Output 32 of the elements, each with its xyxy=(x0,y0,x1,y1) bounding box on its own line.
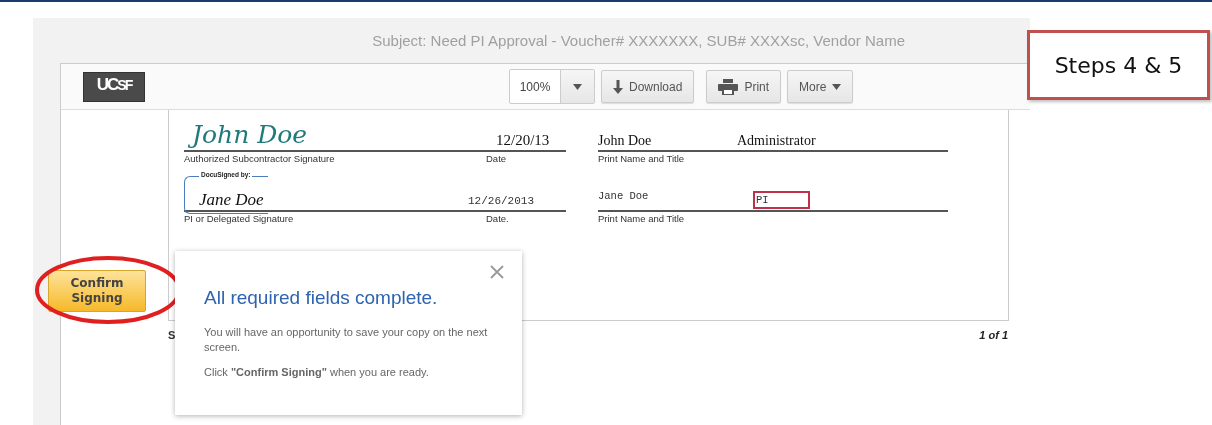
field-label: Date xyxy=(486,153,508,166)
printer-icon xyxy=(718,78,739,95)
field-label: PI or Delegated Signature xyxy=(184,213,294,226)
signed-date: 12/26/2013 xyxy=(468,195,535,209)
footer-text: S xyxy=(168,329,176,341)
field-label: Print Name and Title xyxy=(598,213,685,226)
page-indicator: 1 of 1 xyxy=(979,329,1008,341)
field-label: Date. xyxy=(486,213,510,226)
popup-text: You will have an opportunity to save your copy on the next screen. xyxy=(204,325,489,355)
field-label: Authorized Subcontractor Signature xyxy=(184,153,335,166)
signed-date: 12/20/13 xyxy=(496,132,551,150)
title-field[interactable]: PI xyxy=(753,191,810,209)
close-icon[interactable] xyxy=(490,265,504,279)
popup-title: All required fields complete. xyxy=(204,287,439,309)
popup-text: Click "Confirm Signing" when you are ready. xyxy=(204,365,430,380)
caret-icon xyxy=(573,83,582,90)
callout-label: Steps 4 & 5 xyxy=(1027,30,1210,100)
signature: John Doe xyxy=(184,120,308,150)
email-subject: Subject: Need PI Approval - Voucher# XXXXXXX, SUB# XXXXsc, Vendor Name xyxy=(372,32,905,50)
toolbar-button[interactable]: More xyxy=(787,70,854,103)
signature: Jane Doe xyxy=(198,189,264,211)
download-icon xyxy=(613,79,623,94)
zoom-select[interactable]: 100% xyxy=(509,69,595,104)
confirm-signing-button[interactable]: Confirm Signing xyxy=(48,270,146,312)
printed-name: Jane Doe xyxy=(598,190,650,204)
printed-name: John Doe xyxy=(598,133,653,150)
caret-icon xyxy=(832,83,842,90)
field-label: Print Name and Title xyxy=(598,153,685,166)
dropdown-button[interactable] xyxy=(560,70,594,103)
printed-title: Administrator xyxy=(737,133,816,150)
toolbar-button[interactable]: Download xyxy=(601,70,695,103)
toolbar-button[interactable]: Print xyxy=(706,70,782,103)
